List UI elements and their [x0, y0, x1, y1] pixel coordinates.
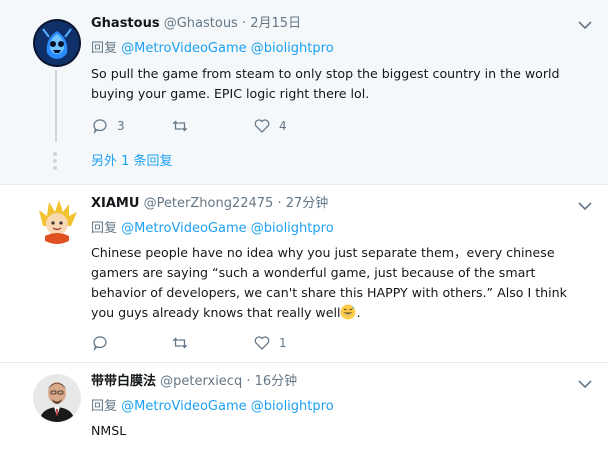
- display-name[interactable]: Ghastous: [91, 16, 160, 31]
- retweet-button[interactable]: [171, 117, 197, 135]
- retweet-icon: [172, 337, 188, 349]
- avatar-ghastous[interactable]: [33, 19, 81, 67]
- show-more-replies-link[interactable]: 另外 1 条回复: [91, 150, 173, 169]
- like-count: 1: [279, 336, 287, 350]
- retweet-button[interactable]: [171, 334, 197, 352]
- mention-link[interactable]: @MetroVideoGame: [121, 41, 246, 56]
- reply-button[interactable]: [91, 334, 117, 352]
- more-replies-dots-icon: [53, 152, 57, 173]
- like-count: 4: [279, 119, 287, 133]
- reply-prefix: 回复: [91, 41, 118, 56]
- chevron-down-icon[interactable]: [578, 201, 592, 211]
- handle[interactable]: @Ghastous: [164, 16, 238, 31]
- tweet-text: So pull the game from steam to only stop…: [91, 66, 560, 101]
- reply-icon: [93, 119, 107, 135]
- timestamp[interactable]: 16分钟: [255, 374, 298, 389]
- timestamp[interactable]: 27分钟: [286, 196, 329, 211]
- like-button[interactable]: 1: [253, 334, 287, 352]
- display-name[interactable]: XIAMU: [91, 196, 139, 211]
- replying-to: 回复 @MetroVideoGame @biolightpro: [91, 220, 334, 238]
- reply-button[interactable]: 3: [91, 117, 125, 135]
- retweet-icon: [172, 120, 188, 132]
- tweet-xiamu[interactable]: XIAMU @PeterZhong22475 · 27分钟 回复 @MetroV…: [0, 185, 608, 362]
- tweet-text-content: Chinese people have no idea why you just…: [91, 245, 567, 320]
- heart-icon: [254, 336, 270, 350]
- replying-to: 回复 @MetroVideoGame @biolightpro: [91, 398, 334, 416]
- grinning-sweat-emoji-icon: [340, 304, 356, 320]
- reply-prefix: 回复: [91, 221, 118, 236]
- like-button[interactable]: 4: [253, 117, 287, 135]
- tweet-text: Chinese people have no idea why you just…: [91, 243, 591, 323]
- avatar-xiamu[interactable]: [33, 196, 81, 244]
- tweet-header: 带带白膜法 @peterxiecq · 16分钟: [91, 373, 297, 391]
- handle[interactable]: @PeterZhong22475: [144, 196, 274, 211]
- reply-icon: [93, 336, 107, 352]
- tweet-header: XIAMU @PeterZhong22475 · 27分钟: [91, 195, 328, 213]
- mention-link[interactable]: @biolightpro: [251, 399, 334, 414]
- mention-link[interactable]: @MetroVideoGame: [121, 221, 246, 236]
- tweet-peterxiecq[interactable]: 带带白膜法 @peterxiecq · 16分钟 回复 @MetroVideoG…: [0, 363, 608, 451]
- replying-to: 回复 @MetroVideoGame @biolightpro: [91, 40, 334, 58]
- separator: ·: [241, 16, 247, 31]
- tweet-text-end: .: [356, 305, 361, 320]
- chevron-down-icon[interactable]: [578, 20, 592, 30]
- handle[interactable]: @peterxiecq: [160, 374, 242, 389]
- tweet-header: Ghastous @Ghastous · 2月15日: [91, 15, 301, 33]
- tweet-ghastous[interactable]: Ghastous @Ghastous · 2月15日 回复 @MetroVide…: [0, 0, 608, 184]
- avatar-peterxiecq[interactable]: [33, 374, 81, 422]
- mention-link[interactable]: @MetroVideoGame: [121, 399, 246, 414]
- separator: ·: [246, 374, 251, 389]
- separator: ·: [277, 196, 282, 211]
- chevron-down-icon[interactable]: [578, 379, 592, 389]
- mention-link[interactable]: @biolightpro: [251, 41, 334, 56]
- mention-link[interactable]: @biolightpro: [251, 221, 334, 236]
- reply-prefix: 回复: [91, 399, 118, 414]
- timestamp[interactable]: 2月15日: [250, 16, 301, 31]
- reply-count: 3: [117, 119, 125, 133]
- display-name[interactable]: 带带白膜法: [91, 374, 156, 389]
- thread-line: [55, 70, 57, 142]
- tweet-text: NMSL: [91, 423, 127, 438]
- heart-icon: [254, 119, 270, 133]
